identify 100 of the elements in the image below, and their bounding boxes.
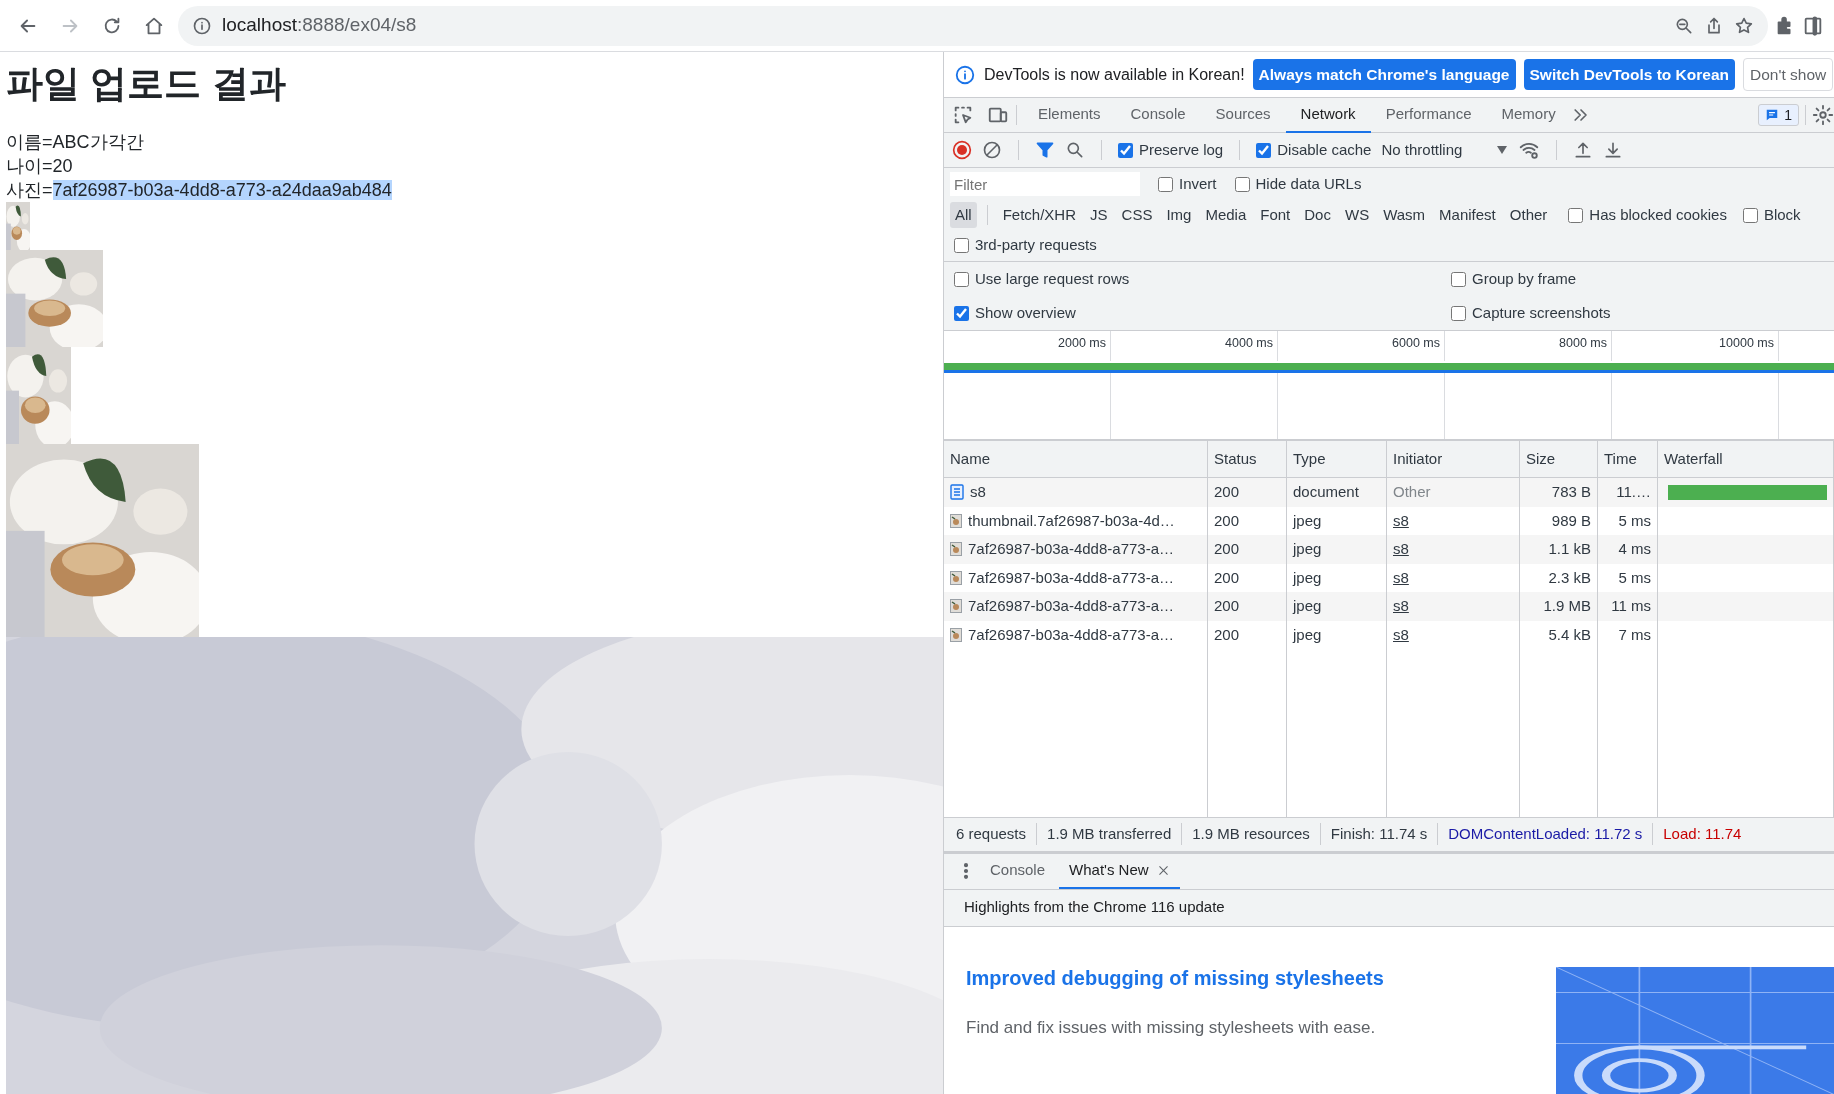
checkbox[interactable]	[1451, 305, 1466, 321]
checkbox-label: Show overview	[975, 302, 1076, 323]
type-filter[interactable]: Doc	[1299, 201, 1336, 229]
column-header[interactable]: Type	[1287, 441, 1387, 477]
article-title-link[interactable]: Improved debugging of missing stylesheets	[966, 962, 1556, 993]
type-filter[interactable]: Fetch/XHR	[997, 201, 1082, 229]
checkbox-label: Invert	[1179, 173, 1217, 194]
column-header[interactable]: Name	[944, 441, 1208, 477]
side-panel-icon[interactable]	[1802, 14, 1824, 37]
type-filter[interactable]: JS	[1085, 201, 1113, 229]
panel-tab[interactable]: Console	[1115, 97, 1201, 133]
checkbox[interactable]	[1158, 176, 1173, 192]
table-cell: s8	[944, 478, 1208, 507]
checkbox[interactable]	[1118, 142, 1133, 158]
text-line: 이름=ABC가각간	[6, 131, 144, 155]
table-cell: 5.4 kB	[1520, 620, 1598, 649]
checkbox-label: Preserve log	[1139, 139, 1224, 160]
article-description: Find and fix issues with missing stylesheets with ease.	[966, 1016, 1377, 1039]
table-cell: 783 B	[1520, 478, 1598, 507]
panel-tab[interactable]: Elements	[1023, 97, 1116, 133]
status-text: DOMContentLoaded: 11.72 s	[1448, 822, 1654, 846]
message-icon	[1765, 108, 1780, 122]
table-cell: 200	[1208, 535, 1287, 564]
type-filter[interactable]: Font	[1255, 201, 1296, 229]
type-filter[interactable]: Img	[1161, 201, 1197, 229]
checkbox-label: Use large request rows	[975, 268, 1130, 289]
type-filter[interactable]: CSS	[1116, 201, 1158, 229]
throttling-dropdown[interactable]: No throttling	[1381, 138, 1509, 162]
timeline-tick: 8000 ms	[1445, 331, 1612, 361]
checkbox-label: Group by frame	[1472, 268, 1577, 289]
checkbox[interactable]	[1256, 142, 1272, 158]
panel-tab[interactable]: Sources	[1200, 97, 1286, 133]
timeline-tick: 2000 ms	[944, 331, 1111, 361]
close-icon[interactable]	[1156, 863, 1170, 877]
table-cell: 200	[1208, 592, 1287, 621]
checkbox[interactable]	[1568, 207, 1584, 223]
settings-icon[interactable]	[1812, 104, 1834, 126]
type-filter[interactable]: WS	[1339, 201, 1375, 229]
panel-tab[interactable]: Performance	[1370, 97, 1487, 133]
image-file-icon	[950, 570, 962, 585]
search-icon[interactable]	[1065, 140, 1085, 160]
initiator-link[interactable]: s8	[1393, 511, 1409, 529]
initiator-link[interactable]: s8	[1393, 625, 1409, 643]
filter-icon[interactable]	[1035, 140, 1055, 160]
caret-icon	[1496, 145, 1509, 155]
table-cell: document	[1287, 478, 1387, 507]
timeline-tick: 10000 ms	[1612, 331, 1779, 361]
initiator-link[interactable]: s8	[1393, 568, 1409, 586]
checkbox[interactable]	[1742, 207, 1758, 223]
table-cell: 200	[1208, 478, 1287, 507]
table-cell: jpeg	[1287, 535, 1387, 564]
type-filter[interactable]: Media	[1200, 201, 1252, 229]
column-header[interactable]: Waterfall	[1658, 441, 1834, 477]
panel-tab[interactable]: Memory	[1486, 97, 1571, 133]
type-filter[interactable]: Manifest	[1434, 201, 1501, 229]
checkbox[interactable]	[1234, 176, 1250, 192]
inspect-icon[interactable]	[952, 104, 974, 126]
checkbox[interactable]	[954, 271, 969, 287]
initiator-link[interactable]: s8	[1393, 540, 1409, 557]
clear-icon[interactable]	[982, 140, 1002, 160]
table-cell: 200	[1208, 620, 1287, 649]
column-header[interactable]: Initiator	[1387, 441, 1520, 477]
image-file-icon	[950, 627, 962, 642]
issues-button[interactable]: 1	[1758, 104, 1799, 126]
banner-button[interactable]: Always match Chrome's language	[1252, 58, 1516, 91]
star-icon[interactable]	[1734, 15, 1754, 36]
column-header[interactable]: Time	[1598, 441, 1658, 477]
text-line: 나이=20	[6, 155, 73, 179]
drawer-tab[interactable]: Console	[980, 853, 1056, 889]
checkbox-label: 3rd-party requests	[975, 235, 1097, 256]
checkbox[interactable]	[954, 238, 969, 253]
initiator-link[interactable]: s8	[1393, 597, 1409, 614]
checkbox-label: Has blocked cookies	[1589, 204, 1727, 225]
checkbox[interactable]	[1451, 271, 1466, 287]
banner-button[interactable]: Don't show	[1743, 57, 1834, 92]
filter-field[interactable]: Filter	[950, 172, 1140, 196]
banner-button[interactable]: Switch DevTools to Korean	[1523, 58, 1736, 91]
table-cell: 4 ms	[1598, 535, 1658, 564]
image-file-icon	[950, 599, 962, 614]
type-filter[interactable]: Other	[1504, 201, 1553, 229]
table-cell: Other	[1393, 483, 1431, 500]
status-text: Load: 11.74	[1663, 823, 1743, 844]
table-cell: 11 ms	[1598, 592, 1658, 621]
table-cell: 11.…	[1598, 478, 1658, 507]
table-cell: jpeg	[1287, 620, 1387, 649]
type-filter[interactable]: Wasm	[1378, 201, 1431, 229]
column-header[interactable]: Size	[1520, 441, 1598, 477]
type-filter[interactable]: All	[950, 201, 977, 229]
status-text: 6 requests	[956, 822, 1038, 846]
record-button[interactable]	[952, 140, 972, 160]
page-heading: 파일 업로드 결과	[6, 62, 286, 106]
address-bar[interactable]: localhost:8888/ex04/s8	[178, 5, 1768, 46]
info-icon	[954, 63, 976, 86]
checkbox-label: Disable cache	[1277, 139, 1372, 160]
table-cell: jpeg	[1287, 592, 1387, 621]
status-text: Finish: 11.74 s	[1330, 822, 1439, 846]
checkbox-label: Hide data URLs	[1255, 173, 1362, 194]
column-header[interactable]: Status	[1208, 441, 1287, 477]
checkbox[interactable]	[954, 305, 969, 321]
checkbox-label: Block	[1763, 204, 1801, 225]
